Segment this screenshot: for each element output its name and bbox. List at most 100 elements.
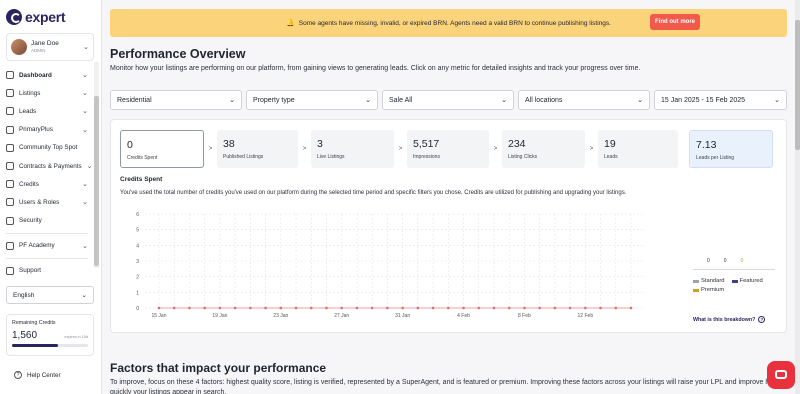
offering-type-select[interactable]: Sale All ⌄ (382, 90, 514, 110)
sidebar-item-label: Leads (19, 107, 37, 115)
sidebar-item-label: Support (19, 267, 42, 275)
sidebar-item-label: Contracts & Payments (19, 162, 82, 170)
data-point (294, 306, 298, 310)
metric-label: Live Listings (317, 153, 345, 160)
data-point (538, 306, 541, 310)
data-point (584, 306, 587, 310)
user-menu[interactable]: Jane Doe ADMIN ⌄ (6, 33, 94, 61)
sidebar-item-contracts-payments[interactable]: Contracts & Payments ⌄ (0, 157, 94, 175)
find-out-more-button[interactable]: Find out more (650, 14, 700, 30)
metric-credits-spent[interactable]: 0 Credits Spent (120, 130, 204, 168)
sidebar-scrollbar[interactable] (94, 62, 99, 268)
x-tick-label: 23 Jan (273, 313, 288, 319)
filters-bar: Residential ⌄ Property type ⌄ Sale All ⌄ Al… (110, 90, 787, 110)
factors-title: Factors that impact your performance (110, 361, 327, 375)
chevron-down-icon: ⌄ (774, 97, 780, 104)
legend-total-featured: 0 (723, 258, 727, 264)
metric-label: Published Listings (223, 153, 264, 160)
legend-swatch (693, 288, 699, 292)
help-center-link[interactable]: ? Help Center (14, 371, 61, 379)
category-select[interactable]: Residential ⌄ (110, 90, 242, 110)
sidebar-scroll-thumb[interactable] (94, 96, 99, 266)
metric-leads[interactable]: 19 Leads (598, 130, 678, 168)
metric-leads-per-listing[interactable]: 7.13 Leads per Listing (689, 130, 773, 168)
metric-impressions[interactable]: 5,517 Impressions (407, 130, 489, 168)
data-point (309, 306, 313, 310)
select-value: All locations (525, 96, 563, 104)
data-point (477, 306, 481, 310)
chat-button[interactable] (767, 361, 795, 389)
users-icon (6, 107, 14, 116)
chevron-right-icon: > (208, 146, 213, 152)
language-value: English (13, 291, 35, 299)
metric-published-listings[interactable]: 38 Published Listings (217, 130, 298, 168)
y-tick-label: 2 (136, 275, 139, 281)
help-icon: ? (14, 371, 22, 379)
chevron-down-icon: ⌄ (82, 199, 88, 207)
divider (6, 257, 88, 259)
sidebar-item-label: PF Academy (19, 242, 55, 250)
logo-text: expert (25, 9, 66, 25)
sidebar-item-support[interactable]: Support (0, 262, 94, 280)
chart-description: You've used the total number of credits … (120, 190, 627, 196)
x-tick-label: 15 Jan (151, 313, 166, 319)
page-scroll-thumb[interactable] (795, 20, 800, 150)
metric-label: Leads (604, 153, 618, 160)
data-point (599, 306, 602, 310)
data-point (431, 306, 435, 310)
sidebar-item-credits[interactable]: Credits ⌄ (0, 175, 94, 193)
legend-item-standard: Standard (693, 278, 725, 284)
legend-label: Standard (701, 278, 725, 284)
chart-legend: 0 0 0 Standard Featured Premium (693, 258, 775, 293)
data-point (462, 306, 465, 310)
page-scrollbar[interactable] (795, 0, 800, 394)
sidebar-item-users-roles[interactable]: Users & Roles ⌄ (0, 193, 94, 211)
shield-icon (6, 216, 14, 225)
sidebar-item-listings[interactable]: Listings ⌄ (0, 84, 94, 102)
language-select[interactable]: English ⌄ (6, 286, 94, 304)
chevron-right-icon: > (302, 146, 307, 152)
legend-item-premium: Premium (693, 287, 724, 293)
data-point (355, 306, 359, 310)
sidebar-item-label: Security (19, 217, 42, 225)
data-point (386, 306, 389, 310)
chevron-down-icon: ⌄ (81, 292, 87, 299)
data-point (492, 306, 496, 310)
users-roles-icon (6, 198, 14, 207)
sidebar-item-community-top-spot[interactable]: Community Top Spot (0, 139, 94, 157)
bell-icon: 🔔 (286, 20, 295, 27)
divider (6, 232, 88, 234)
metrics-row: 0 Credits Spent > 38 Published Listings … (120, 130, 773, 168)
sidebar-item-primaryplus[interactable]: PrimaryPlus ⌄ (0, 121, 94, 139)
date-range-select[interactable]: 15 Jan 2025 - 15 Feb 2025 ⌄ (654, 90, 787, 110)
user-name: Jane Doe (31, 40, 59, 47)
property-type-select[interactable]: Property type ⌄ (246, 90, 378, 110)
logo[interactable]: expert (6, 9, 66, 25)
breakdown-info-link[interactable]: What is this breakdown? ? (693, 316, 766, 323)
y-tick-label: 4 (136, 243, 139, 249)
credits-progress-fill (12, 344, 58, 347)
data-point (218, 306, 222, 310)
data-point (401, 306, 404, 310)
x-tick-label: 31 Jan (395, 313, 410, 319)
location-select[interactable]: All locations ⌄ (518, 90, 650, 110)
data-point (157, 306, 161, 310)
metric-live-listings[interactable]: 3 Live Listings (311, 130, 394, 168)
data-point (188, 306, 191, 310)
sidebar-item-leads[interactable]: Leads ⌄ (0, 102, 94, 120)
legend-swatch (693, 279, 699, 283)
sidebar-nav: Dashboard ⌄ Listings ⌄ Leads ⌄ PrimaryPl… (0, 66, 94, 280)
data-point (446, 306, 450, 310)
metric-value: 234 (508, 138, 526, 150)
data-point (325, 306, 328, 310)
metric-listing-clicks[interactable]: 234 Listing Clicks (502, 130, 585, 168)
remaining-credits-label: Remaining Credits (12, 320, 56, 326)
data-point (416, 306, 420, 310)
legend-item-featured: Featured (731, 278, 763, 284)
sidebar-item-dashboard[interactable]: Dashboard ⌄ (0, 66, 94, 84)
x-tick-label: 8 Feb (518, 313, 531, 319)
legend-swatch (731, 279, 738, 283)
sidebar-item-security[interactable]: Security (0, 212, 94, 230)
sidebar-item-pf-academy[interactable]: PF Academy ⌄ (0, 237, 94, 255)
select-value: Sale All (389, 96, 413, 104)
